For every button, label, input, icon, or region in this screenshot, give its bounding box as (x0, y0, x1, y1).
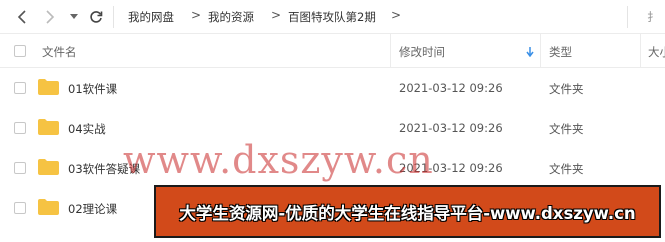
breadcrumb-separator: > (271, 8, 282, 22)
file-type: 文件夹 (549, 122, 584, 136)
sort-desc-icon[interactable] (524, 43, 536, 61)
column-divider[interactable] (640, 34, 641, 68)
watermark-text: www.dxszyw.cn (123, 138, 434, 182)
file-modified: 2021-03-12 09:26 (399, 121, 503, 135)
file-name[interactable]: 02理论课 (68, 201, 117, 217)
column-size-header[interactable]: 大小 (648, 44, 665, 60)
row-checkbox[interactable] (14, 202, 26, 214)
back-icon[interactable] (14, 8, 30, 26)
breadcrumb-my-resources[interactable]: 我的资源 (208, 9, 254, 25)
breadcrumb-my-drive[interactable]: 我的网盘 (128, 9, 174, 25)
forward-icon[interactable] (42, 8, 58, 26)
folder-icon (38, 119, 59, 135)
select-all-checkbox[interactable] (14, 45, 26, 57)
column-modified-header[interactable]: 修改时间 (399, 44, 445, 60)
breadcrumb-separator: > (191, 8, 202, 22)
folder-icon (38, 199, 59, 215)
column-divider[interactable] (540, 34, 541, 68)
row-checkbox[interactable] (14, 162, 26, 174)
history-dropdown-icon[interactable] (68, 8, 80, 26)
row-checkbox[interactable] (14, 122, 26, 134)
breadcrumb-separator: > (391, 8, 402, 22)
refresh-icon[interactable] (88, 8, 104, 26)
column-type-header[interactable]: 类型 (549, 44, 572, 60)
breadcrumb-current-folder[interactable]: 百图特攻队第2期 (288, 9, 376, 25)
file-name[interactable]: 01软件课 (68, 81, 117, 97)
search-partial-label[interactable]: 扌 (647, 9, 659, 25)
promo-banner-text: 大学生资源网-优质的大学生在线指导平台-www.dxszyw.cn (179, 203, 636, 223)
folder-icon (38, 159, 59, 175)
promo-banner: 大学生资源网-优质的大学生在线指导平台-www.dxszyw.cn (154, 185, 661, 238)
column-divider[interactable] (390, 34, 391, 68)
toolbar-divider (113, 6, 114, 28)
file-list-header: 文件名 修改时间 类型 大小 (0, 34, 665, 68)
file-type: 文件夹 (549, 162, 584, 176)
file-type: 文件夹 (549, 82, 584, 96)
file-modified: 2021-03-12 09:26 (399, 81, 503, 95)
file-row[interactable]: 01软件课 2021-03-12 09:26 文件夹 (0, 68, 665, 108)
folder-icon (38, 79, 59, 95)
row-checkbox[interactable] (14, 82, 26, 94)
toolbar: 我的网盘 > 我的资源 > 百图特攻队第2期 > 扌 (0, 0, 665, 34)
file-name[interactable]: 04实战 (68, 121, 106, 137)
toolbar-divider (627, 6, 628, 28)
column-name-header[interactable]: 文件名 (42, 44, 77, 60)
